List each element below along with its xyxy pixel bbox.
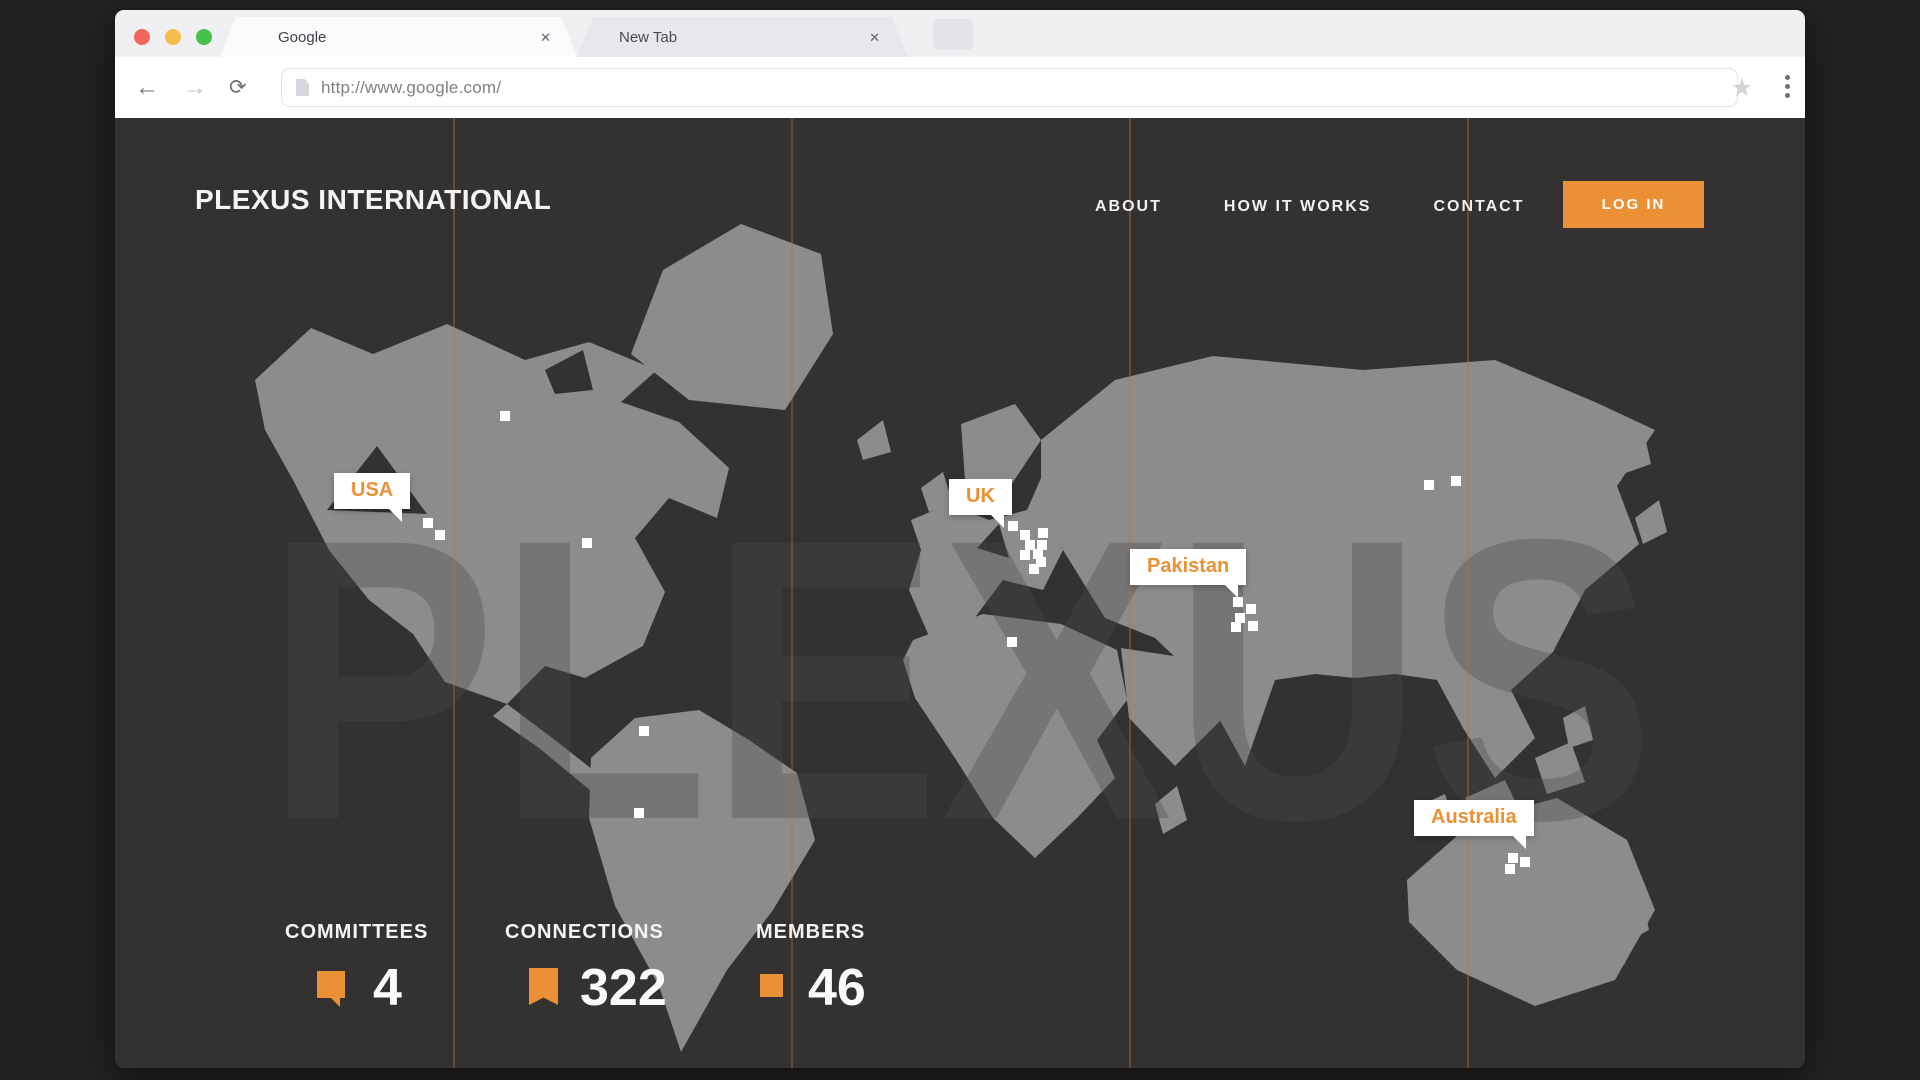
map-marker-dot: [1248, 621, 1258, 631]
map-marker-dot: [1505, 864, 1515, 874]
page-document-icon: [296, 79, 309, 96]
map-label-usa[interactable]: USA: [334, 473, 410, 509]
map-marker-dot: [1038, 528, 1048, 538]
map-marker-dot: [582, 538, 592, 548]
map-marker-dot: [435, 530, 445, 540]
site-header: PLEXUS INTERNATIONAL ABOUT HOW IT WORKS …: [115, 118, 1805, 248]
site-logo: PLEXUS INTERNATIONAL: [195, 184, 551, 216]
stat-value-members: 46: [808, 958, 866, 1018]
forward-icon[interactable]: →: [183, 57, 207, 118]
login-button[interactable]: LOG IN: [1563, 181, 1704, 228]
tab-title: New Tab: [619, 29, 677, 46]
map-marker-dot: [500, 411, 510, 421]
address-bar[interactable]: http://www.google.com/: [281, 68, 1738, 107]
browser-toolbar: ← → ⟳ http://www.google.com/ ★: [115, 57, 1805, 118]
page-content: PLEXUS USA UK Pakistan Australia PLEXUS …: [115, 118, 1805, 1068]
decorative-gridline: [1129, 118, 1131, 1068]
decorative-gridline: [1467, 118, 1469, 1068]
nav-link-contact[interactable]: CONTACT: [1433, 198, 1524, 216]
close-window-button[interactable]: [134, 29, 150, 45]
tab-new-tab[interactable]: New Tab ✕: [577, 17, 908, 57]
map-marker-dot: [1424, 480, 1434, 490]
map-marker-dot: [1233, 597, 1243, 607]
map-label-pakistan[interactable]: Pakistan: [1130, 549, 1246, 585]
browser-menu-icon[interactable]: [1785, 75, 1790, 98]
map-marker-dot: [1246, 604, 1256, 614]
map-marker-dot: [1508, 853, 1518, 863]
decorative-gridline: [453, 118, 455, 1068]
map-marker-dot: [423, 518, 433, 528]
map-marker-dot: [634, 808, 644, 818]
map-label-uk[interactable]: UK: [949, 479, 1012, 515]
stat-label-committees: COMMITTEES: [285, 921, 428, 944]
url-text[interactable]: http://www.google.com/: [321, 78, 501, 98]
new-tab-button[interactable]: [933, 19, 973, 50]
back-icon[interactable]: ←: [135, 57, 159, 118]
map-marker-dot: [639, 726, 649, 736]
main-nav: ABOUT HOW IT WORKS CONTACT: [1095, 198, 1524, 216]
map-label-australia[interactable]: Australia: [1414, 800, 1534, 836]
map-marker-dot: [1008, 521, 1018, 531]
square-icon: [760, 974, 783, 997]
maximize-window-button[interactable]: [196, 29, 212, 45]
bookmark-star-icon[interactable]: ★: [1731, 57, 1753, 118]
map-marker-dot: [1451, 476, 1461, 486]
nav-link-how-it-works[interactable]: HOW IT WORKS: [1224, 198, 1372, 216]
reload-icon[interactable]: ⟳: [229, 57, 247, 118]
close-tab-icon[interactable]: ✕: [540, 30, 551, 46]
stat-value-committees: 4: [373, 958, 402, 1018]
map-marker-dot: [1520, 857, 1530, 867]
map-marker-dot: [1020, 550, 1030, 560]
tab-strip: Google ✕ New Tab ✕: [115, 10, 1805, 57]
close-tab-icon[interactable]: ✕: [869, 30, 880, 46]
browser-window: Google ✕ New Tab ✕ ← → ⟳ http://www.goog…: [115, 10, 1805, 1068]
map-marker-dot: [1029, 564, 1039, 574]
stat-label-connections: CONNECTIONS: [505, 921, 664, 944]
chat-bubble-icon: [317, 971, 345, 998]
stat-value-connections: 322: [580, 958, 667, 1018]
map-marker-dot: [1020, 530, 1030, 540]
nav-link-about[interactable]: ABOUT: [1095, 198, 1162, 216]
map-marker-dot: [1007, 637, 1017, 647]
stat-label-members: MEMBERS: [756, 921, 865, 944]
tab-title: Google: [278, 29, 326, 46]
tab-google[interactable]: Google ✕: [220, 17, 577, 57]
map-marker-dot: [1231, 622, 1241, 632]
minimize-window-button[interactable]: [165, 29, 181, 45]
